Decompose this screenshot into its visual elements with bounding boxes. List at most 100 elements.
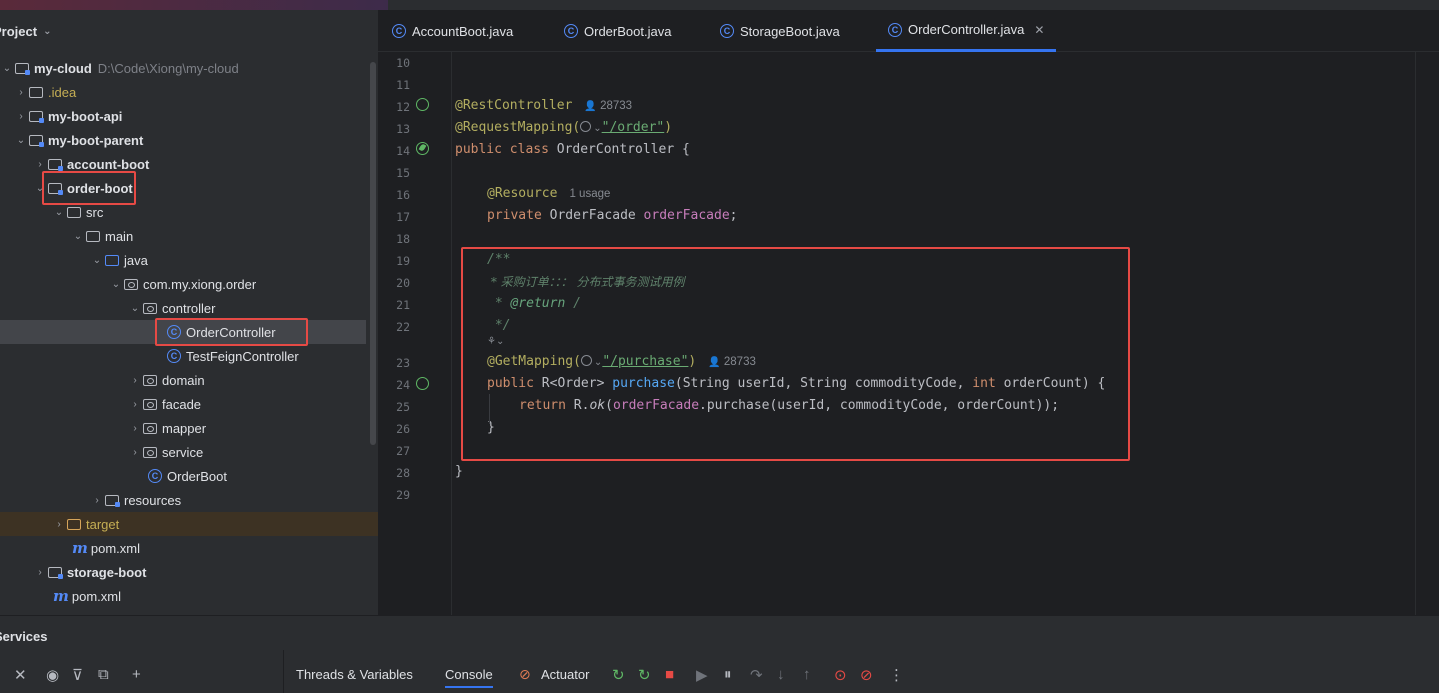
tree-item-label: account-boot [67, 156, 150, 172]
chevron-right-icon[interactable]: › [52, 519, 66, 530]
chevron-right-icon[interactable]: › [90, 495, 104, 506]
chevron-right-icon[interactable]: › [128, 447, 142, 458]
step-over-icon[interactable]: ↷ [750, 666, 763, 684]
tree-item-orderboot[interactable]: C OrderBoot [0, 464, 378, 488]
tab-ordercontroller[interactable]: C OrderController.java ✕ [876, 10, 1057, 52]
spring-boot-class-icon: C [147, 469, 163, 483]
tab-label: OrderBoot.java [584, 23, 672, 39]
chevron-down-icon[interactable]: ⌄ [43, 26, 51, 37]
chevron-down-icon[interactable]: ⌄ [90, 255, 104, 266]
code-text: ; [729, 208, 738, 223]
tab-console[interactable]: Console [445, 667, 493, 688]
tab-storageboot[interactable]: C StorageBoot.java [720, 10, 840, 52]
code-line-28: } [455, 461, 463, 483]
chevron-right-icon[interactable]: › [14, 111, 28, 122]
chevron-right-icon[interactable]: › [128, 399, 142, 410]
tree-item-java[interactable]: ⌄ java [0, 248, 378, 272]
services-panel: Services ✕ ◉ ⊽ ⧉ + Threads & Variables C… [0, 615, 1439, 693]
restart-icon[interactable]: ↻ [638, 666, 651, 684]
tree-item-testfeigncontroller[interactable]: C TestFeignController [0, 344, 378, 368]
editor-tab-bar: C AccountBoot.java C OrderBoot.java C St… [378, 10, 1439, 52]
code-string: "/order" [601, 120, 665, 135]
filter-icon[interactable]: ⊽ [72, 666, 83, 684]
chevron-down-icon[interactable]: ⌄ [128, 303, 142, 314]
tab-label: OrderController.java [908, 22, 1025, 37]
tree-item-mapper[interactable]: › mapper [0, 416, 378, 440]
close-icon[interactable]: ✕ [14, 666, 27, 684]
tab-orderboot[interactable]: C OrderBoot.java [564, 10, 671, 52]
tab-accountboot[interactable]: C AccountBoot.java [392, 10, 513, 52]
line-number: 25 [396, 400, 410, 414]
mute-breakpoints-icon[interactable]: ⊘ [860, 666, 873, 684]
spring-leaf-gutter-icon[interactable] [416, 142, 429, 155]
tree-item-idea[interactable]: › .idea [0, 80, 378, 104]
folder-icon [85, 229, 101, 243]
rerun-icon[interactable]: ↻ [612, 666, 625, 684]
tab-label: AccountBoot.java [412, 23, 514, 39]
step-out-icon[interactable]: ↑ [803, 666, 811, 683]
tree-item-controller[interactable]: ⌄ controller [0, 296, 378, 320]
pause-icon[interactable]: ⏸ [724, 666, 732, 683]
line-number: 22 [396, 320, 410, 334]
breakpoints-icon[interactable]: ⊙ [834, 666, 847, 684]
tree-item-service[interactable]: › service [0, 440, 378, 464]
tree-item-my-boot-parent[interactable]: ⌄ my-boot-parent [0, 128, 378, 152]
chevron-right-icon[interactable]: › [14, 87, 28, 98]
highlight-purchase-method [461, 247, 1130, 461]
tree-item-pom-order[interactable]: m pom.xml [0, 536, 378, 560]
more-icon[interactable]: ⋮ [889, 666, 904, 684]
chevron-right-icon[interactable]: › [33, 159, 47, 170]
spring-boot-class-icon: C [392, 24, 406, 38]
resume-icon[interactable]: ▶ [696, 666, 708, 684]
spring-bean-gutter-icon[interactable] [416, 98, 429, 111]
tree-item-label: service [162, 444, 204, 460]
tree-item-package[interactable]: ⌄ com.my.xiong.order [0, 272, 378, 296]
tab-threads-variables[interactable]: Threads & Variables [296, 667, 413, 682]
add-icon[interactable]: + [132, 666, 141, 683]
tree-item-target[interactable]: › target [0, 512, 378, 536]
step-into-icon[interactable]: ↓ [777, 666, 785, 683]
tree-item-label: pom.xml [71, 588, 121, 604]
tree-item-my-cloud[interactable]: ⌄ my-cloud D:\Code\Xiong\my-cloud [0, 56, 378, 80]
tree-item-storage-boot[interactable]: › storage-boot [0, 560, 378, 584]
chevron-right-icon[interactable]: › [33, 567, 47, 578]
chevron-down-icon[interactable]: ⌄ [593, 123, 601, 134]
tree-item-pom-parent[interactable]: m pom.xml [0, 584, 378, 608]
chevron-down-icon[interactable]: ⌄ [52, 207, 66, 218]
project-scrollbar[interactable] [370, 62, 376, 445]
tree-item-label: com.my.xiong.order [143, 276, 257, 292]
line-number: 16 [396, 188, 410, 202]
new-tab-icon[interactable]: ⧉ [98, 666, 109, 683]
project-path: D:\Code\Xiong\my-cloud [97, 60, 239, 76]
tree-item-resources[interactable]: › resources [0, 488, 378, 512]
chevron-down-icon[interactable]: ⌄ [71, 231, 85, 242]
line-number: 23 [396, 356, 410, 370]
maven-icon: m [53, 587, 69, 605]
tree-item-label: facade [162, 396, 202, 412]
services-title: Services [0, 629, 48, 644]
chevron-right-icon[interactable]: › [128, 423, 142, 434]
chevron-down-icon[interactable]: ⌄ [109, 279, 123, 290]
chevron-down-icon[interactable]: ⌄ [0, 63, 14, 74]
close-icon[interactable]: ✕ [1034, 23, 1044, 37]
line-number: 29 [396, 488, 410, 502]
stop-icon[interactable]: ■ [665, 666, 674, 683]
tree-item-my-boot-api[interactable]: › my-boot-api [0, 104, 378, 128]
chevron-right-icon[interactable]: › [128, 375, 142, 386]
request-mapping-gutter-icon[interactable] [416, 377, 429, 390]
line-number: 15 [396, 166, 410, 180]
code-annotation: @Resource [487, 186, 558, 201]
tab-actuator[interactable]: Actuator [541, 667, 589, 682]
tree-item-facade[interactable]: › facade [0, 392, 378, 416]
spring-boot-class-icon: C [564, 24, 578, 38]
class-icon: C [888, 22, 902, 37]
tree-item-label: my-boot-parent [48, 132, 144, 148]
tree-item-main[interactable]: ⌄ main [0, 224, 378, 248]
code-line-16: @Resource 1 usage [487, 183, 610, 205]
eye-icon[interactable]: ◉ [46, 666, 59, 684]
chevron-down-icon[interactable]: ⌄ [14, 135, 28, 146]
module-folder-icon [14, 61, 30, 75]
globe-icon[interactable] [580, 121, 592, 132]
tree-item-domain[interactable]: › domain [0, 368, 378, 392]
project-panel-header[interactable]: Project ⌄ [0, 20, 51, 42]
